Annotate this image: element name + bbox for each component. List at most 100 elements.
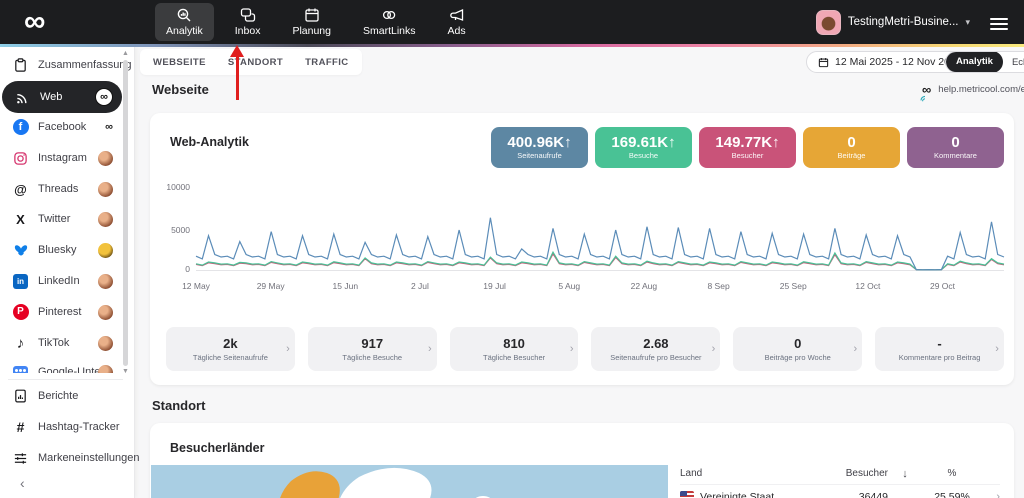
sidebar-collapse-button[interactable]: ‹	[20, 475, 25, 491]
help-link-text: help.metricool.com/es/	[938, 84, 1024, 95]
report-document-icon	[12, 388, 29, 405]
nav-ads[interactable]: Ads	[437, 3, 477, 41]
sidebar-item-bluesky[interactable]: Bluesky	[0, 235, 122, 265]
linkedin-icon: in	[12, 273, 29, 290]
sidebar-item-threads[interactable]: @ Threads	[0, 174, 122, 204]
stat-taegliche-seitenaufrufe[interactable]: 2k Tägliche Seitenaufrufe ›	[166, 327, 295, 371]
toggle-echtzeit[interactable]: Echtzeit	[1003, 57, 1024, 68]
summary-stats-row: 2k Tägliche Seitenaufrufe › 917 Tägliche B…	[166, 327, 1004, 371]
sidebar: Zusammenfassung Web ∞ f Facebook ∞ Insta…	[0, 47, 140, 498]
stat-seitenaufrufe-pro-besucher[interactable]: 2.68 Seitenaufrufe pro Besucher ›	[591, 327, 721, 371]
x-axis-tick: 19 Jul	[483, 281, 506, 291]
chevron-right-icon: ›	[286, 343, 290, 355]
nav-analytik[interactable]: Analytik	[155, 3, 214, 41]
chevron-right-icon: ›	[996, 491, 1000, 498]
table-row[interactable]: Vereinigte Staat... 36449 25.59% ›	[680, 485, 1000, 498]
kpi-beitraege[interactable]: 0 Beiträge	[803, 127, 900, 168]
sidebar-item-label: Twitter	[38, 213, 71, 225]
nav-inbox[interactable]: Inbox	[224, 3, 272, 41]
metricool-dashboard: ∞ Analytik Inbox Planung SmartLinks Ads …	[0, 0, 1024, 498]
col-land: Land	[680, 468, 703, 479]
sidebar-item-linkedin[interactable]: in LinkedIn	[0, 266, 122, 296]
twitter-x-icon: X	[16, 211, 25, 227]
sidebar-item-google-business[interactable]: Google-Untern...	[0, 357, 122, 373]
tab-traffic[interactable]: TRAFFIC	[305, 57, 348, 68]
webseite-heading: Webseite	[152, 82, 209, 97]
analytics-search-icon	[176, 7, 192, 23]
inbox-chat-icon	[240, 7, 256, 23]
chevron-down-icon: ▾	[965, 16, 970, 27]
sidebar-item-label: Threads	[38, 183, 79, 195]
us-flag-icon	[680, 491, 694, 498]
y-axis-tick: 0	[185, 264, 190, 274]
sidebar-item-facebook[interactable]: f Facebook ∞	[0, 112, 122, 142]
sidebar-item-pinterest[interactable]: P Pinterest	[0, 297, 122, 327]
chevron-right-icon: ›	[427, 343, 432, 355]
stat-taegliche-besucher[interactable]: 810 Tägliche Besucher ›	[449, 327, 579, 371]
x-axis-tick: 22 Aug	[630, 281, 658, 291]
col-besucher[interactable]: Besucher	[818, 468, 888, 479]
hamburger-menu-icon[interactable]	[990, 15, 1008, 33]
megaphone-icon	[449, 7, 465, 23]
toggle-analytik[interactable]: Analytik	[946, 52, 1003, 72]
bluesky-butterfly-icon	[12, 242, 29, 259]
sidebar-item-twitter[interactable]: X Twitter	[0, 204, 122, 234]
nav-inbox-label: Inbox	[234, 25, 261, 37]
stat-beitraege-pro-woche[interactable]: 0 Beiträge pro Woche ›	[733, 327, 863, 371]
x-axis-tick: 12 May	[182, 281, 210, 291]
chevron-right-icon: ›	[853, 343, 858, 355]
sidebar-item-tiktok[interactable]: ♪ TikTok	[0, 328, 122, 358]
google-business-icon	[12, 364, 29, 373]
hashtag-icon: #	[16, 419, 25, 435]
tab-webseite[interactable]: WEBSEITE	[153, 57, 206, 68]
stat-kommentare-pro-beitrag[interactable]: - Kommentare pro Beitrag ›	[875, 327, 1004, 371]
sidebar-item-label: Zusammenfassung	[38, 59, 132, 71]
account-name: TestingMetri-Busine...	[847, 16, 959, 28]
kpi-seitenaufrufe[interactable]: 400.96K↑ Seitenaufrufe	[491, 127, 588, 168]
nav-smartlinks[interactable]: SmartLinks	[352, 3, 427, 41]
nav-planung[interactable]: Planung	[281, 3, 342, 41]
sidebar-item-label: LinkedIn	[38, 275, 80, 287]
main-nav: Analytik Inbox Planung SmartLinks Ads	[155, 0, 477, 44]
kpi-besuche[interactable]: 169.61K↑ Besuche	[595, 127, 692, 168]
sidebar-item-berichte[interactable]: Berichte	[0, 381, 122, 411]
kpi-kommentare[interactable]: 0 Kommentare	[907, 127, 1004, 168]
kpi-besucher[interactable]: 149.77K↑ Besucher	[699, 127, 796, 168]
sort-desc-icon[interactable]: ↓	[888, 468, 922, 480]
annotation-arrow-line	[236, 56, 239, 100]
x-axis-tick: 25 Sep	[779, 281, 807, 291]
x-axis-tick: 5 Aug	[558, 281, 581, 291]
sidebar-divider	[8, 379, 123, 380]
line-chart-svg	[195, 217, 1005, 271]
kpi-chips: 400.96K↑ Seitenaufrufe 169.61K↑ Besuche …	[491, 127, 1004, 168]
nav-ads-label: Ads	[447, 25, 466, 37]
sidebar-item-instagram[interactable]: Instagram	[0, 143, 122, 173]
sidebar-item-web[interactable]: Web ∞	[2, 81, 122, 113]
sidebar-item-hashtag-tracker[interactable]: # Hashtag-Tracker	[0, 412, 122, 442]
world-map	[151, 465, 668, 498]
scroll-up-icon[interactable]: ▲	[122, 50, 129, 57]
nav-analytik-label: Analytik	[166, 25, 203, 37]
sidebar-item-markeneinstellungen[interactable]: Markeneinstellungen	[0, 443, 140, 473]
calendar-icon	[818, 57, 829, 67]
stat-taegliche-besuche[interactable]: 917 Tägliche Besuche ›	[307, 327, 437, 371]
account-menu[interactable]: TestingMetri-Busine... ▾	[815, 0, 970, 44]
account-avatar	[815, 9, 841, 35]
col-percent: %	[947, 468, 957, 479]
help-link[interactable]: ∞ help.metricool.com/es/	[920, 83, 1024, 101]
analytik-echtzeit-toggle: Analytik Echtzeit	[945, 51, 1024, 73]
profile-avatar-badge	[98, 304, 113, 320]
sidebar-item-zusammenfassung[interactable]: Zusammenfassung	[0, 50, 132, 80]
sidebar-scrollbar[interactable]	[123, 60, 128, 366]
metricool-logo-icon[interactable]: ∞	[24, 2, 45, 42]
profile-avatar-badge	[98, 242, 113, 258]
profile-avatar-badge	[98, 335, 113, 351]
trend-up-icon: ↑	[668, 134, 676, 151]
profile-avatar-badge	[98, 273, 113, 289]
x-axis-tick: 2 Jul	[410, 281, 429, 291]
scroll-down-icon[interactable]: ▼	[122, 368, 129, 375]
x-axis-ticks: 12 May 29 May 15 Jun 2 Jul 19 Jul 5 Aug 22 Aug…	[182, 281, 1004, 293]
kpi-label: Kommentare	[934, 151, 977, 160]
facebook-icon: f	[12, 119, 29, 136]
clipboard-icon	[12, 57, 29, 74]
